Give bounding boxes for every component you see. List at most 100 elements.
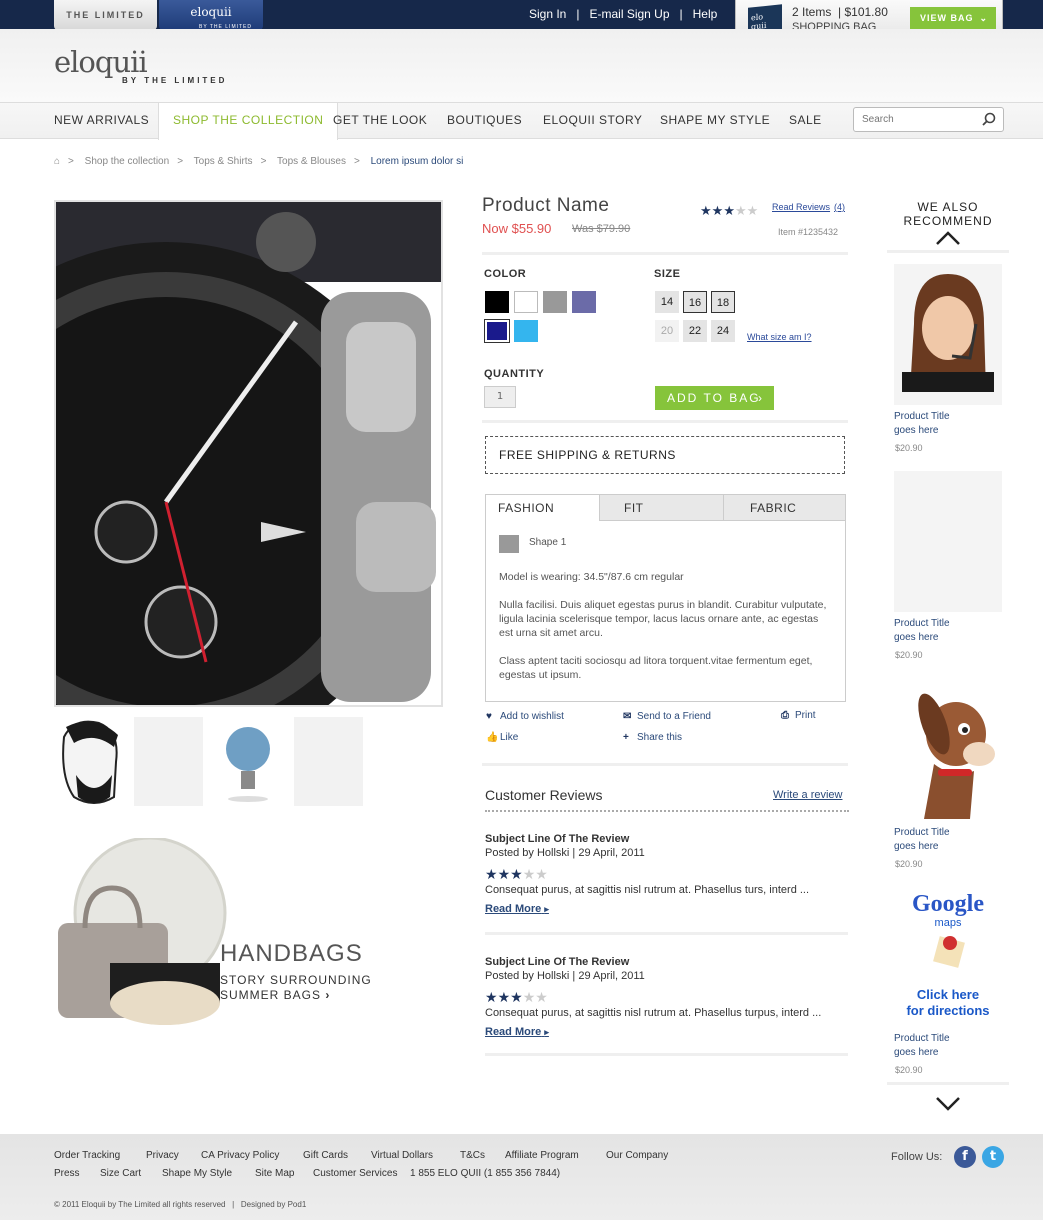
nav-eloquii-story[interactable]: ELOQUII STORY xyxy=(543,103,642,138)
review-rating: ★★★★★ xyxy=(485,987,548,1006)
tab-fabric[interactable]: FABRIC xyxy=(724,495,845,521)
recommend-title[interactable]: Product Title goes here xyxy=(894,826,950,854)
help-link[interactable]: Help xyxy=(693,0,718,29)
google-maps-directions[interactable]: Google maps Click here for directions xyxy=(894,885,1002,1026)
the-limited-tab[interactable]: THE LIMITED xyxy=(54,0,157,30)
color-swatch-grey[interactable] xyxy=(543,291,567,313)
size-option[interactable]: 24 xyxy=(711,320,735,342)
bag-item-count: 2 Items xyxy=(792,5,832,19)
thumbnail-1[interactable] xyxy=(54,717,123,806)
nav-shop-the-collection[interactable]: SHOP THE COLLECTION xyxy=(158,103,339,140)
twitter-icon[interactable]: t xyxy=(982,1146,1004,1168)
sign-in-link[interactable]: Sign In xyxy=(529,0,566,29)
tab-fashion[interactable]: FASHION xyxy=(486,495,600,521)
size-option[interactable]: 14 xyxy=(655,291,679,313)
color-swatch-purple[interactable] xyxy=(572,291,596,313)
free-shipping-banner[interactable]: FREE SHIPPING & RETURNS xyxy=(485,436,845,474)
star-icon: ★ xyxy=(497,990,511,1006)
breadcrumb-sep: > xyxy=(68,156,74,167)
envelope-icon: ✉ xyxy=(623,711,632,722)
nav-shape-my-style[interactable]: SHAPE MY STYLE xyxy=(660,103,770,138)
handbags-subtitle-2[interactable]: SUMMER BAGS › xyxy=(220,988,330,1002)
recommend-image-1[interactable] xyxy=(894,264,1002,405)
recommend-image-3[interactable] xyxy=(894,679,1002,820)
print-label: Print xyxy=(795,710,816,721)
write-review-link[interactable]: Write a review xyxy=(773,789,842,801)
nav-get-the-look[interactable]: GET THE LOOK xyxy=(333,103,427,138)
share[interactable]: + Share this xyxy=(623,732,682,743)
add-to-bag-button[interactable]: ADD TO BAG › xyxy=(655,386,774,410)
quantity-field[interactable]: 1 xyxy=(484,386,516,408)
recommend-title-line-2: goes here xyxy=(894,425,939,436)
footer-link-affiliate[interactable]: Affiliate Program xyxy=(505,1150,579,1161)
handbags-subtitle-2-text: SUMMER BAGS xyxy=(220,988,322,1002)
review-subject: Subject Line Of The Review xyxy=(485,833,630,845)
quantity-label: QUANTITY xyxy=(484,368,545,380)
review-byline: Posted by Hollski | 29 April, 2011 xyxy=(485,970,645,982)
footer-link-privacy[interactable]: Privacy xyxy=(146,1150,179,1161)
chevron-down-icon: ⌄ xyxy=(979,13,988,23)
recommend-image-2[interactable] xyxy=(894,471,1002,612)
footer-link-ca-privacy[interactable]: CA Privacy Policy xyxy=(201,1150,279,1161)
breadcrumb-item[interactable]: Tops & Blouses xyxy=(277,156,346,167)
read-more-link[interactable]: Read More ▸ xyxy=(485,903,549,915)
footer-link-shape-my-style[interactable]: Shape My Style xyxy=(162,1168,232,1179)
nav-new-arrivals[interactable]: NEW ARRIVALS xyxy=(54,103,149,138)
color-swatch-sky-blue[interactable] xyxy=(514,320,538,342)
color-swatch-black[interactable] xyxy=(485,291,509,313)
chevron-down-icon[interactable] xyxy=(935,1096,961,1112)
recommend-title[interactable]: Product Title goes here xyxy=(894,410,950,438)
copyright: © 2011 Eloquii by The Limited all rights… xyxy=(54,1200,306,1209)
like[interactable]: 👍 Like xyxy=(486,732,518,743)
like-label: Like xyxy=(500,732,519,743)
search-icon[interactable] xyxy=(982,112,996,126)
send-to-friend[interactable]: ✉ Send to a Friend xyxy=(623,711,711,722)
color-swatch-white[interactable] xyxy=(514,291,538,313)
footer-link-customer-services[interactable]: Customer Services xyxy=(313,1168,397,1179)
home-icon[interactable]: ⌂ xyxy=(54,156,60,167)
tab-text-details: Class aptent taciti sociosqu ad litora t… xyxy=(499,655,813,681)
footer-link-size-cart[interactable]: Size Cart xyxy=(100,1168,141,1179)
facebook-icon[interactable]: f xyxy=(954,1146,976,1168)
size-option[interactable]: 16 xyxy=(683,291,707,313)
handbags-title[interactable]: HANDBAGS xyxy=(220,940,363,968)
review-count[interactable]: (4) xyxy=(834,202,845,212)
print[interactable]: ⎙ Print xyxy=(781,710,816,721)
footer-link-gift-cards[interactable]: Gift Cards xyxy=(303,1150,348,1161)
chevron-up-icon[interactable] xyxy=(935,230,961,246)
breadcrumb-item[interactable]: Shop the collection xyxy=(85,156,170,167)
breadcrumb-item[interactable]: Tops & Shirts xyxy=(194,156,253,167)
footer-link-order-tracking[interactable]: Order Tracking xyxy=(54,1150,120,1161)
recommend-title-1: WE ALSO xyxy=(917,200,979,214)
thumbnail-3[interactable] xyxy=(214,717,283,806)
tab-fit[interactable]: FIT xyxy=(600,495,724,521)
color-swatch-navy-selected[interactable] xyxy=(484,319,510,343)
read-more-link[interactable]: Read More ▸ xyxy=(485,1026,549,1038)
google-logo: Google xyxy=(912,891,984,917)
star-icon: ★ xyxy=(535,990,548,1006)
nav-sale[interactable]: SALE xyxy=(789,103,822,138)
size-option[interactable]: 22 xyxy=(683,320,707,342)
footer-link-press[interactable]: Press xyxy=(54,1168,80,1179)
thumbnail-2[interactable] xyxy=(134,717,203,806)
add-to-wishlist[interactable]: ♥ Add to wishlist xyxy=(486,711,564,722)
email-signup-link[interactable]: E-mail Sign Up xyxy=(589,0,669,29)
footer-link-tcs[interactable]: T&Cs xyxy=(460,1150,485,1161)
eloquii-tab[interactable]: eloquii BY THE LIMITED xyxy=(159,0,263,30)
size-option[interactable]: 18 xyxy=(711,291,735,313)
heart-icon: ♥ xyxy=(486,711,492,722)
nav-boutiques[interactable]: BOUTIQUES xyxy=(447,103,522,138)
product-name: Product Name xyxy=(482,195,610,216)
view-bag-button[interactable]: VIEW BAG ⌄ xyxy=(910,7,996,29)
footer-link-virtual-dollars[interactable]: Virtual Dollars xyxy=(371,1150,433,1161)
recommend-title[interactable]: Product Title goes here xyxy=(894,1032,950,1060)
reviews-divider xyxy=(485,810,849,812)
recommend-title[interactable]: Product Title goes here xyxy=(894,617,950,645)
size-help-link[interactable]: What size am I? xyxy=(747,332,812,342)
footer-link-site-map[interactable]: Site Map xyxy=(255,1168,294,1179)
product-main-image[interactable] xyxy=(54,200,443,707)
footer-link-our-company[interactable]: Our Company xyxy=(606,1150,668,1161)
logo[interactable]: eloquii xyxy=(54,45,148,79)
thumbnail-4[interactable] xyxy=(294,717,363,806)
read-reviews-link[interactable]: Read Reviews xyxy=(772,202,830,212)
